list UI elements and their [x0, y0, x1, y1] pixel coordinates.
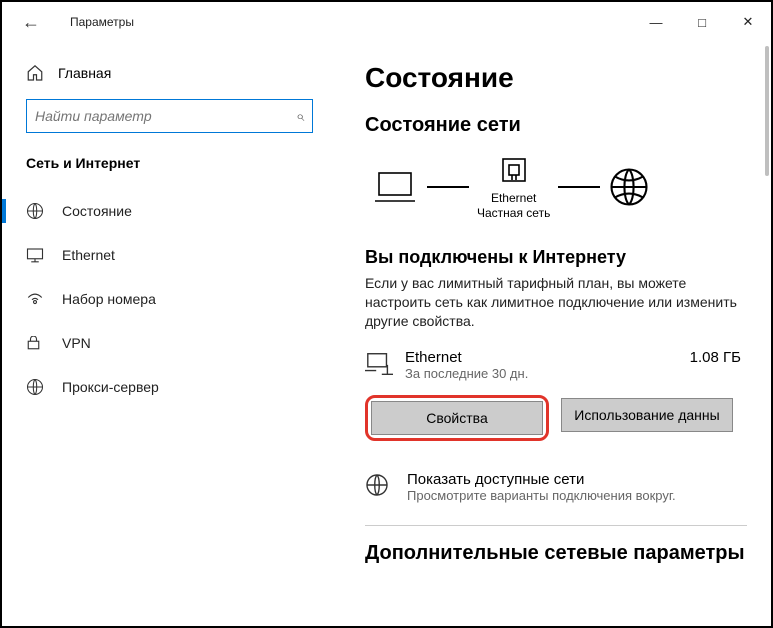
properties-button[interactable]: Свойства [371, 401, 543, 435]
sidebar-item-status[interactable]: Состояние [2, 189, 337, 233]
connected-desc: Если у вас лимитный тарифный план, вы мо… [365, 274, 745, 331]
maximize-button[interactable]: □ [679, 6, 725, 38]
connection-name: Ethernet [405, 349, 528, 366]
data-usage-button[interactable]: Использование данны [561, 398, 733, 432]
dialup-icon [26, 292, 44, 306]
connected-heading: Вы подключены к Интернету [365, 247, 761, 268]
sidebar-item-dialup[interactable]: Набор номера [2, 277, 337, 321]
sidebar: Главная ⌕ Сеть и Интернет Состояние [2, 42, 337, 626]
minimize-button[interactable]: — [633, 6, 679, 38]
diagram-scope-label: Частная сеть [477, 206, 550, 221]
scrollbar[interactable] [765, 46, 769, 176]
laptop-icon [371, 167, 419, 207]
connection-row: Ethernet За последние 30 дн. 1.08 ГБ [365, 349, 761, 381]
sidebar-item-label: VPN [62, 335, 91, 351]
connection-usage: 1.08 ГБ [690, 349, 761, 366]
monitor-icon [26, 247, 44, 263]
close-button[interactable]: ✕ [725, 6, 771, 38]
connection-period: За последние 30 дн. [405, 366, 528, 381]
vpn-icon [26, 336, 44, 351]
home-icon [26, 64, 44, 81]
sidebar-item-label: Набор номера [62, 291, 156, 307]
sidebar-item-proxy[interactable]: Прокси-сервер [2, 365, 337, 409]
network-diagram: Ethernet Частная сеть [371, 153, 761, 221]
globe-icon [608, 166, 650, 208]
diagram-adapter-label: Ethernet [477, 191, 550, 206]
button-row: Свойства Использование данны [365, 395, 761, 441]
available-networks-title: Показать доступные сети [407, 471, 676, 488]
home-label: Главная [58, 65, 111, 81]
globe-icon [26, 202, 44, 220]
ethernet-icon [365, 349, 391, 377]
divider [365, 525, 747, 526]
sidebar-item-label: Ethernet [62, 247, 115, 263]
sidebar-item-label: Прокси-сервер [62, 379, 159, 395]
window-title: Параметры [70, 15, 134, 29]
router-icon [497, 153, 531, 187]
sidebar-item-vpn[interactable]: VPN [2, 321, 337, 365]
globe-icon [26, 378, 44, 396]
available-networks-row[interactable]: Показать доступные сети Просмотрите вари… [365, 471, 761, 503]
settings-window: ← Параметры — □ ✕ Главная ⌕ Сеть и Интер… [0, 0, 773, 628]
body: Главная ⌕ Сеть и Интернет Состояние [2, 42, 771, 626]
window-controls: — □ ✕ [633, 6, 771, 38]
network-status-heading: Состояние сети [365, 114, 761, 137]
back-button[interactable]: ← [22, 12, 50, 33]
main-content: Состояние Состояние сети Ethernet Частна… [337, 42, 771, 626]
sidebar-item-ethernet[interactable]: Ethernet [2, 233, 337, 277]
available-networks-sub: Просмотрите варианты подключения вокруг. [407, 488, 676, 503]
highlight-annotation: Свойства [365, 395, 549, 441]
category-heading: Сеть и Интернет [2, 155, 337, 185]
diagram-connector [558, 186, 600, 188]
sidebar-item-label: Состояние [62, 203, 132, 219]
search-icon: ⌕ [296, 108, 304, 125]
nav-list: Состояние Ethernet Набор номера [2, 185, 337, 409]
search-box[interactable]: ⌕ [26, 99, 313, 133]
diagram-connector [427, 186, 469, 188]
search-input[interactable] [35, 108, 296, 124]
globe-icon [365, 471, 391, 503]
home-link[interactable]: Главная [2, 64, 337, 99]
titlebar: ← Параметры — □ ✕ [2, 2, 771, 42]
page-title: Состояние [365, 62, 761, 94]
extra-params-heading: Дополнительные сетевые параметры [365, 542, 761, 565]
